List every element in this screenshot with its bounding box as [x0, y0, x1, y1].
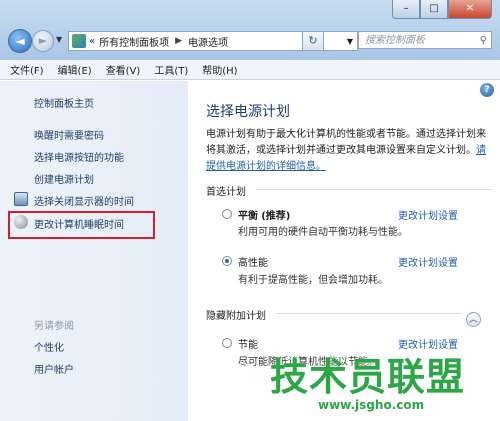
menu-tools[interactable]: 工具(T)	[154, 62, 188, 77]
back-button[interactable]: ◄	[8, 29, 32, 53]
refresh-button[interactable]: ↻	[302, 31, 324, 51]
maximize-button[interactable]: □	[420, 0, 448, 19]
see-also-personalization[interactable]: 个性化	[34, 339, 64, 354]
plan-high-performance-name: 高性能	[238, 258, 268, 269]
minimize-button[interactable]: –	[392, 0, 420, 19]
menu-bar: 文件(F) 编辑(E) 查看(V) 工具(T) 帮助(H)	[0, 60, 500, 80]
plan-high-performance-settings-link[interactable]: 更改计划设置	[398, 254, 458, 269]
breadcrumb-all-items[interactable]: 所有控制面板项	[99, 34, 169, 49]
breadcrumb-separator[interactable]: ▶	[175, 36, 182, 46]
menu-view[interactable]: 查看(V)	[106, 62, 141, 77]
plan-balanced-name: 平衡 (推荐)	[238, 211, 291, 222]
close-button[interactable]: ✕	[448, 0, 492, 19]
sidebar-item-create-plan[interactable]: 创建电源计划	[34, 171, 94, 186]
search-placeholder: 搜索控制面板	[365, 35, 425, 46]
navigation-row: ◄ ► ▼ « 所有控制面板项 ▶ 电源选项 ▼ ↻ 搜索控制面板 ⚲	[6, 29, 494, 55]
plan-balanced-radio[interactable]	[222, 209, 232, 219]
menu-file[interactable]: 文件(F)	[10, 62, 44, 77]
title-bar: – □ ✕ ◄ ► ▼ « 所有控制面板项 ▶ 电源选项 ▼ ↻ 搜索控制面板 …	[0, 0, 500, 60]
see-also-title: 另请参阅	[34, 321, 74, 332]
forward-button[interactable]: ►	[32, 30, 54, 52]
caption-buttons: – □ ✕	[392, 0, 492, 20]
address-prefix[interactable]: «	[89, 36, 95, 47]
menu-edit[interactable]: 编辑(E)	[58, 62, 92, 77]
page-description: 电源计划有助于最大化计算机的性能或者节能。通过选择计划来将其激活，或选择计划并通…	[206, 127, 494, 175]
preferred-plans-label: 首选计划	[206, 187, 246, 198]
menu-help[interactable]: 帮助(H)	[202, 62, 237, 77]
plan-power-saver-radio[interactable]	[222, 338, 232, 348]
power-options-window: – □ ✕ ◄ ► ▼ « 所有控制面板项 ▶ 电源选项 ▼ ↻ 搜索控制面板 …	[0, 0, 500, 421]
control-panel-home-link[interactable]: 控制面板主页	[34, 95, 94, 110]
help-icon[interactable]: ?	[480, 83, 494, 97]
plan-balanced-settings-link[interactable]: 更改计划设置	[398, 207, 458, 222]
group-divider	[256, 189, 492, 190]
task-pane: 控制面板主页 唤醒时需要密码 选择电源按钮的功能 创建电源计划 选择关闭显示器的…	[0, 81, 188, 421]
page-title: 选择电源计划	[206, 104, 290, 120]
sidebar-item-display-off[interactable]: 选择关闭显示器的时间	[34, 193, 134, 208]
red-highlight-box	[8, 211, 155, 239]
plan-power-saver-name: 节能	[238, 340, 258, 351]
collapse-chevron-icon[interactable]: ︿	[466, 312, 481, 327]
watermark-url: www.jsgho.com	[318, 398, 425, 412]
control-panel-icon	[72, 34, 86, 48]
sidebar-item-power-buttons[interactable]: 选择电源按钮的功能	[34, 149, 124, 164]
sidebar-item-wake-password[interactable]: 唤醒时需要密码	[34, 127, 104, 142]
address-dropdown-icon[interactable]: ▼	[347, 37, 353, 46]
plan-high-performance-description: 有利于提高性能，但会增加功耗。	[238, 275, 388, 286]
search-input[interactable]: 搜索控制面板 ⚲	[358, 31, 492, 49]
plan-balanced-description: 利用可用的硬件自动平衡功耗与性能。	[238, 227, 408, 238]
group-divider	[276, 313, 462, 314]
hidden-plans-label: 隐藏附加计划	[206, 311, 266, 322]
description-text: 电源计划有助于最大化计算机的性能或者节能。通过选择计划来将其激活，或选择计划并通…	[206, 129, 486, 156]
breadcrumb-power-options[interactable]: 电源选项	[188, 34, 228, 49]
monitor-icon	[14, 192, 28, 206]
recent-pages-dropdown[interactable]: ▼	[56, 35, 62, 44]
see-also-user-accounts[interactable]: 用户帐户	[34, 361, 74, 376]
watermark-brand: 技术员联盟	[270, 355, 466, 399]
search-icon[interactable]: ⚲	[480, 32, 487, 50]
plan-high-performance-radio[interactable]	[222, 256, 232, 266]
